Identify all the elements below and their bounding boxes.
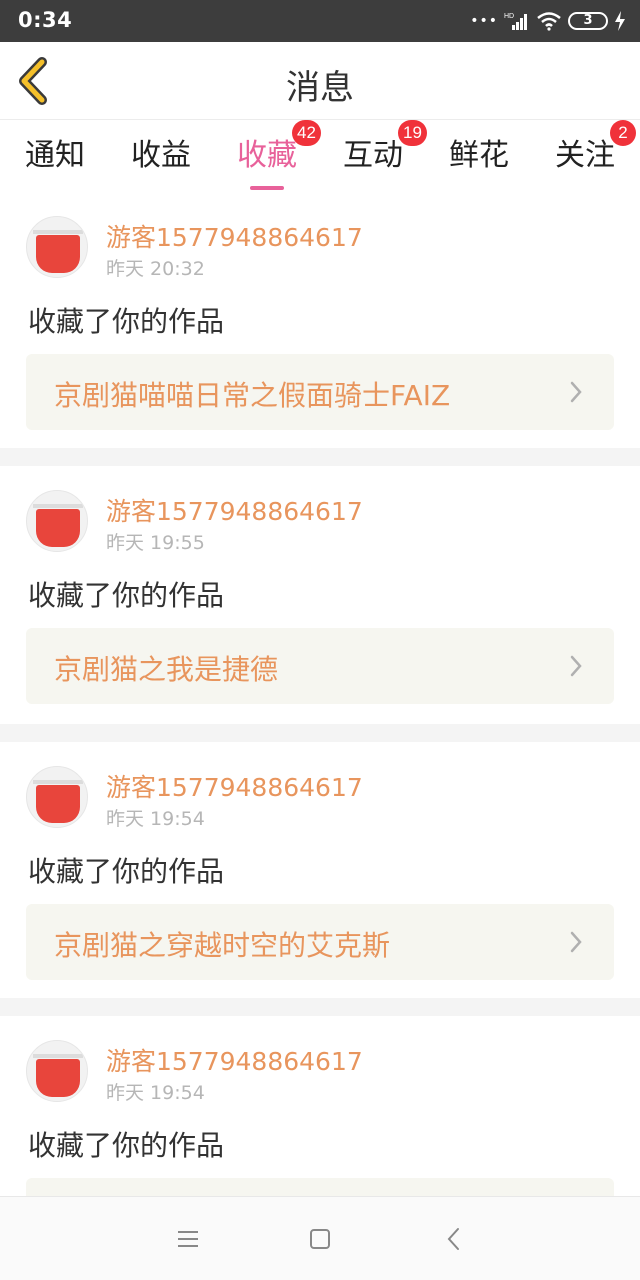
following-count-badge: 2 — [610, 120, 636, 146]
user-name[interactable]: 游客1577948864617 — [106, 1042, 363, 1078]
battery-icon: 3 — [568, 12, 608, 30]
message-text: 收藏了你的作品 — [28, 579, 225, 612]
message-text: 收藏了你的作品 — [28, 1129, 225, 1162]
signal-icon: HD — [504, 13, 527, 30]
avatar[interactable] — [26, 216, 88, 278]
system-nav-bar — [0, 1196, 640, 1280]
more-notifications-icon: ••• — [470, 13, 498, 29]
work-link[interactable]: 京剧猫喵喵日常之假面骑士FAIZ — [26, 354, 614, 430]
message-time: 昨天 20:32 — [106, 258, 205, 280]
interactions-count-badge: 19 — [398, 120, 427, 146]
chevron-right-icon — [570, 931, 582, 953]
tab-earnings[interactable]: 收益 — [116, 130, 206, 174]
tab-label: 收益 — [131, 138, 191, 173]
list-item: 游客1577948864617 昨天 19:54 收藏了你的作品 — [0, 1016, 640, 1196]
list-item: 游客1577948864617 昨天 19:54 收藏了你的作品 京剧猫之穿越时… — [0, 742, 640, 998]
svg-text:HD: HD — [504, 13, 514, 20]
status-icons: ••• HD 3 — [470, 9, 626, 33]
chevron-right-icon — [570, 655, 582, 677]
user-name[interactable]: 游客1577948864617 — [106, 492, 363, 528]
message-list[interactable]: 游客1577948864617 昨天 20:32 收藏了你的作品 京剧猫喵喵日常… — [0, 192, 640, 1196]
divider — [0, 448, 640, 466]
tab-favorites[interactable]: 收藏 42 — [222, 120, 321, 190]
tab-following[interactable]: 关注 2 — [540, 120, 636, 174]
charging-icon — [615, 11, 625, 31]
work-title: 京剧猫喵喵日常之假面骑士FAIZ — [54, 379, 451, 412]
tab-interactions[interactable]: 互动 19 — [328, 120, 427, 174]
chevron-right-icon — [570, 381, 582, 403]
list-item: 游客1577948864617 昨天 20:32 收藏了你的作品 京剧猫喵喵日常… — [0, 192, 640, 448]
divider — [0, 724, 640, 742]
message-time: 昨天 19:54 — [106, 1082, 205, 1104]
favorites-count-badge: 42 — [292, 120, 321, 146]
page-title: 消息 — [286, 68, 354, 108]
tab-label: 通知 — [25, 138, 85, 173]
message-text: 收藏了你的作品 — [28, 855, 225, 888]
tab-bar: 通知 收益 收藏 42 互动 19 鲜花 关注 2 — [0, 120, 640, 192]
tab-label: 关注 — [555, 138, 615, 173]
message-time: 昨天 19:55 — [106, 532, 205, 554]
work-link[interactable]: 京剧猫之穿越时空的艾克斯 — [26, 904, 614, 980]
tab-notifications[interactable]: 通知 — [10, 130, 100, 174]
avatar[interactable] — [26, 1040, 88, 1102]
user-name[interactable]: 游客1577948864617 — [106, 768, 363, 804]
active-tab-indicator — [250, 186, 284, 190]
nav-back-icon[interactable] — [438, 1223, 470, 1255]
status-time: 0:34 — [18, 8, 73, 32]
tab-label: 互动 — [343, 138, 403, 173]
message-text: 收藏了你的作品 — [28, 305, 225, 338]
work-title: 京剧猫之穿越时空的艾克斯 — [54, 929, 391, 962]
menu-icon[interactable] — [172, 1223, 204, 1255]
user-name[interactable]: 游客1577948864617 — [106, 218, 363, 254]
message-time: 昨天 19:54 — [106, 808, 205, 830]
avatar[interactable] — [26, 490, 88, 552]
avatar[interactable] — [26, 766, 88, 828]
header: 消息 — [0, 42, 640, 120]
divider — [0, 998, 640, 1016]
work-title: 京剧猫之我是捷德 — [54, 653, 279, 686]
home-square-icon[interactable] — [304, 1223, 336, 1255]
tab-label: 鲜花 — [449, 138, 509, 173]
list-item: 游客1577948864617 昨天 19:55 收藏了你的作品 京剧猫之我是捷… — [0, 466, 640, 724]
work-link[interactable] — [26, 1178, 614, 1196]
status-bar: 0:34 ••• HD 3 — [0, 0, 640, 42]
wifi-icon — [537, 12, 561, 31]
tab-flowers[interactable]: 鲜花 — [434, 130, 524, 174]
tab-label: 收藏 — [237, 138, 297, 173]
work-link[interactable]: 京剧猫之我是捷德 — [26, 628, 614, 704]
